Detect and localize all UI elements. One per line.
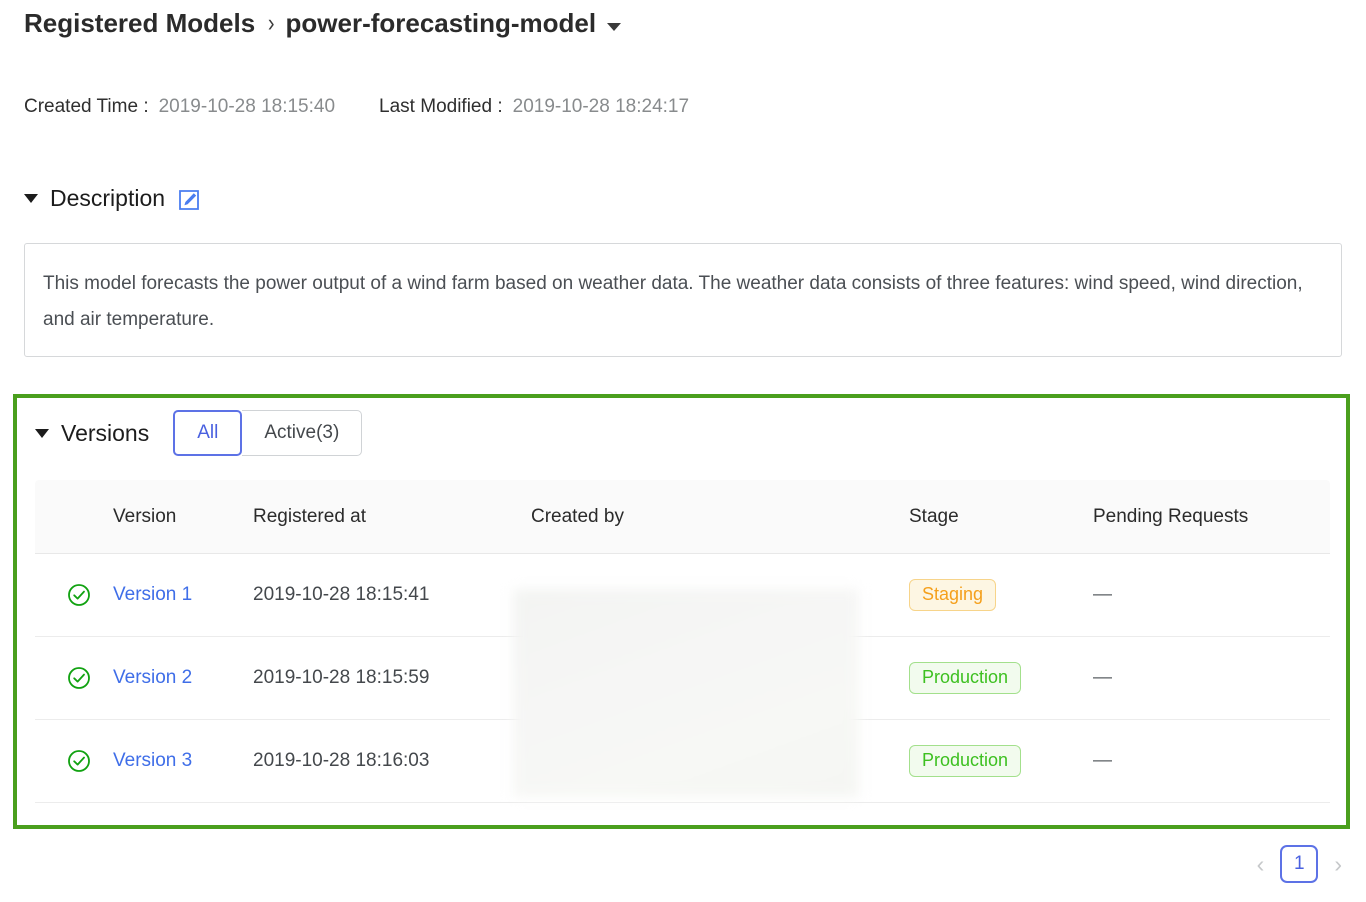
- description-section-header[interactable]: Description: [24, 181, 201, 215]
- version-link[interactable]: Version 1: [113, 584, 192, 605]
- versions-panel: Versions All Active(3) Version Registere…: [13, 394, 1350, 829]
- row-pending-requests-cell: —: [1093, 584, 1330, 606]
- row-pending-requests-cell: —: [1093, 667, 1330, 689]
- versions-filter-group: All Active(3): [173, 410, 362, 456]
- breadcrumb-separator-icon: ›: [268, 9, 275, 38]
- column-header-stage: Stage: [909, 506, 1093, 528]
- breadcrumb-link-registered-models[interactable]: Registered Models: [24, 8, 255, 39]
- pending-requests-value: —: [1093, 667, 1112, 688]
- table-header-row: Version Registered at Created by Stage P…: [35, 480, 1330, 554]
- model-meta-row: Created Time : 2019-10-28 18:15:40 Last …: [24, 96, 689, 118]
- row-pending-requests-cell: —: [1093, 750, 1330, 772]
- row-status-cell: [35, 666, 113, 690]
- breadcrumb-current-model: power-forecasting-model: [286, 8, 597, 39]
- pagination: ‹ 1 ›: [1257, 845, 1342, 883]
- row-stage-cell: Staging: [909, 579, 1093, 612]
- row-stage-cell: Production: [909, 662, 1093, 695]
- collapse-triangle-icon[interactable]: [35, 429, 49, 438]
- description-title: Description: [50, 185, 165, 212]
- check-circle-icon: [67, 749, 91, 773]
- last-modified-value: 2019-10-28 18:24:17: [513, 96, 689, 118]
- row-version-cell: Version 3: [113, 750, 253, 772]
- registered-at-value: 2019-10-28 18:16:03: [253, 750, 429, 771]
- version-link[interactable]: Version 2: [113, 667, 192, 688]
- table-row[interactable]: Version 1 2019-10-28 18:15:41 Staging —: [35, 554, 1330, 637]
- edit-pencil-icon[interactable]: [177, 188, 201, 212]
- pending-requests-value: —: [1093, 584, 1112, 605]
- versions-title: Versions: [61, 420, 149, 447]
- filter-tab-all[interactable]: All: [173, 410, 242, 456]
- column-header-registered-at: Registered at: [253, 506, 531, 528]
- description-box: This model forecasts the power output of…: [24, 243, 1342, 357]
- created-time-label: Created Time :: [24, 96, 149, 118]
- chevron-right-icon[interactable]: ›: [1334, 853, 1342, 876]
- page-number-1[interactable]: 1: [1280, 845, 1318, 883]
- versions-table: Version Registered at Created by Stage P…: [35, 480, 1330, 803]
- collapse-triangle-icon[interactable]: [24, 194, 38, 203]
- registered-at-value: 2019-10-28 18:15:59: [253, 667, 429, 688]
- pending-requests-value: —: [1093, 750, 1112, 771]
- status-badge: Production: [909, 662, 1021, 695]
- row-status-cell: [35, 583, 113, 607]
- filter-tab-active[interactable]: Active(3): [242, 410, 362, 456]
- row-registered-at-cell: 2019-10-28 18:15:59: [253, 667, 531, 689]
- row-registered-at-cell: 2019-10-28 18:16:03: [253, 750, 531, 772]
- column-header-created-by: Created by: [531, 506, 909, 528]
- chevron-left-icon[interactable]: ‹: [1257, 853, 1265, 876]
- check-circle-icon: [67, 666, 91, 690]
- row-stage-cell: Production: [909, 745, 1093, 778]
- row-version-cell: Version 1: [113, 584, 253, 606]
- registered-at-value: 2019-10-28 18:15:41: [253, 584, 429, 605]
- check-circle-icon: [67, 583, 91, 607]
- row-registered-at-cell: 2019-10-28 18:15:41: [253, 584, 531, 606]
- table-row[interactable]: Version 2 2019-10-28 18:15:59 Production…: [35, 637, 1330, 720]
- versions-section-header: Versions All Active(3): [35, 410, 362, 456]
- last-modified-label: Last Modified :: [379, 96, 503, 118]
- version-link[interactable]: Version 3: [113, 750, 192, 771]
- breadcrumb: Registered Models › power-forecasting-mo…: [24, 8, 621, 39]
- status-badge: Staging: [909, 579, 996, 612]
- created-time-value: 2019-10-28 18:15:40: [159, 96, 335, 118]
- status-badge: Production: [909, 745, 1021, 778]
- description-text: This model forecasts the power output of…: [43, 266, 1323, 338]
- chevron-down-icon[interactable]: [607, 23, 621, 31]
- table-row[interactable]: Version 3 2019-10-28 18:16:03 Production…: [35, 720, 1330, 803]
- column-header-version: Version: [113, 506, 253, 528]
- row-version-cell: Version 2: [113, 667, 253, 689]
- row-status-cell: [35, 749, 113, 773]
- column-header-pending-requests: Pending Requests: [1093, 506, 1330, 528]
